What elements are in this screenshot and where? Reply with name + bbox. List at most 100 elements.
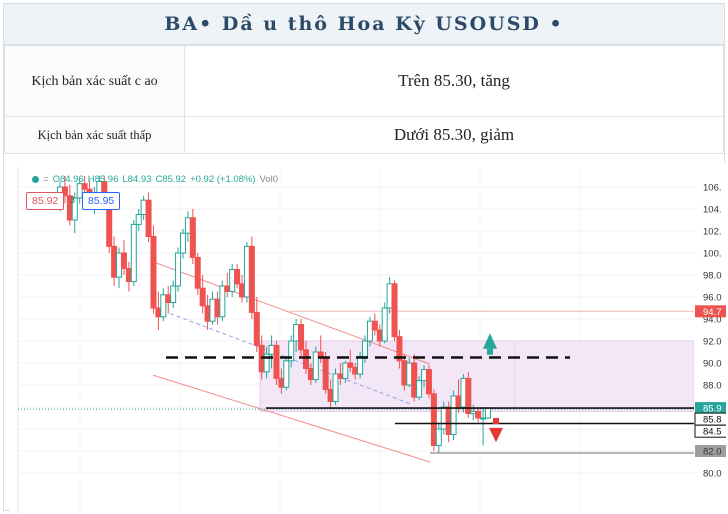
candle-down (337, 373, 344, 379)
candle-down (253, 311, 260, 346)
candle-up (184, 217, 191, 234)
candle-down (155, 307, 162, 318)
live-dot-icon (32, 176, 39, 183)
candle-down (475, 410, 482, 419)
y-tick-label: 88.0 (703, 381, 722, 392)
price-chart[interactable]: 106. 104. 102. 100. 98.0 96.0 94.0 92.0 90.0 88.0… (10, 163, 726, 513)
buy-price-button[interactable]: 85.95 (82, 192, 121, 210)
candle-up (135, 214, 142, 225)
candle-down (298, 324, 305, 351)
candle-down (425, 369, 432, 395)
candle-down (125, 267, 132, 283)
candle-up (470, 410, 477, 415)
candle-down (120, 252, 127, 269)
candle-down (194, 256, 201, 289)
candle-up (219, 285, 226, 318)
candle-down (307, 368, 314, 380)
price-tag-label: 84.5 (703, 427, 722, 438)
candle-down (322, 357, 329, 390)
candle-up (140, 199, 147, 216)
candle-down (248, 245, 255, 313)
candle-up (440, 406, 447, 430)
chart-canvas: 106.104.102.100.98.096.094.092.090.088.0… (17, 163, 726, 513)
candle-down (224, 285, 231, 292)
price-tag-label: 82.0 (703, 447, 722, 458)
scenario-row-high: Kịch bản xác suất c ao Trên 85.30, tăng (4, 45, 724, 117)
candle-down (371, 320, 378, 331)
candle-down (347, 362, 354, 368)
candle-down (111, 245, 118, 278)
candle-down (302, 349, 309, 370)
candle-up (381, 307, 388, 342)
candle-down (150, 236, 157, 309)
candle-up (342, 362, 349, 379)
candle-up (366, 320, 373, 342)
title-text: BA• Dầ u thô Hoa Kỳ USOUSD • (164, 13, 564, 35)
price-tag-label: 94.7 (703, 307, 722, 318)
candle-down (204, 305, 211, 322)
ohlc-change: +0.92 (+1.08%) (190, 174, 256, 185)
y-tick-label: 92.0 (703, 337, 722, 348)
ohlc-close: C85.92 (155, 174, 187, 185)
y-tick-label: 100. (703, 249, 722, 260)
candle-up (450, 395, 457, 435)
scenario-value-high: Trên 85.30, tăng (184, 45, 724, 117)
equals-icon: = (43, 174, 49, 185)
y-tick-label: 98.0 (703, 271, 722, 282)
scenario-value-low: Dưới 85.30, giảm (184, 116, 724, 154)
scenario-row-low: Kịch bản xác suất thấp Dưới 85.30, giảm (4, 116, 724, 154)
candle-down (273, 344, 280, 379)
candle-up (406, 362, 413, 386)
candle-down (189, 217, 196, 258)
scenario-label-low: Kịch bản xác suất thấp (4, 116, 185, 154)
candle-up (170, 285, 177, 303)
ohlc-high: H85.96 (87, 174, 119, 185)
candle-up (421, 369, 428, 382)
candle-up (175, 252, 182, 287)
y-tick-label: 90.0 (703, 359, 722, 370)
candle-up (160, 294, 167, 318)
candle-down (445, 406, 452, 435)
y-tick-label: 96.0 (703, 293, 722, 304)
candle-down (278, 377, 285, 388)
candle-up (243, 245, 250, 298)
ohlc-low: L84.93 (122, 174, 152, 185)
candle-down (199, 287, 206, 307)
candle-down (376, 329, 383, 342)
candle-down (401, 360, 408, 386)
candle-up (283, 360, 290, 388)
candle-up (416, 380, 423, 398)
candle-up (332, 373, 339, 402)
price-tag-label: 85.8 (703, 415, 722, 426)
candle-up (312, 351, 319, 380)
candle-down (327, 388, 334, 402)
candle-down (165, 294, 172, 304)
candle-up (116, 252, 123, 278)
candle-down (239, 283, 246, 298)
candle-up (179, 232, 186, 254)
candle-up (209, 298, 216, 322)
candle-down (145, 199, 152, 237)
candle-up (362, 340, 369, 357)
candle-up (435, 428, 442, 446)
candle-down (430, 393, 437, 447)
scenario-label-high: Kịch bản xác suất c ao (4, 45, 185, 117)
candle-up (357, 355, 364, 375)
ohlc-readout: = O84.96 H85.96 L84.93 C85.92 +0.92 (+1.… (32, 174, 278, 185)
candle-up (268, 344, 275, 355)
y-tick-label: 102. (703, 227, 722, 238)
candle-up (386, 283, 393, 309)
candle-down (391, 283, 398, 338)
sell-price-button[interactable]: 85.92 (26, 192, 65, 210)
spread-value: 3 (70, 195, 76, 205)
candle-down (455, 395, 462, 408)
candle-up (130, 223, 137, 283)
candle-down (234, 269, 241, 285)
up-arrow-stem (487, 348, 493, 355)
page-title: BA• Dầ u thô Hoa Kỳ USOUSD • (4, 4, 724, 45)
candle-up (460, 377, 467, 408)
ohlc-open: O84.96 (52, 174, 84, 185)
down-arrow-stem (493, 418, 499, 424)
scenario-table: Kịch bản xác suất c ao Trên 85.30, tăng … (4, 45, 724, 154)
y-tick-label: 104. (703, 205, 722, 216)
